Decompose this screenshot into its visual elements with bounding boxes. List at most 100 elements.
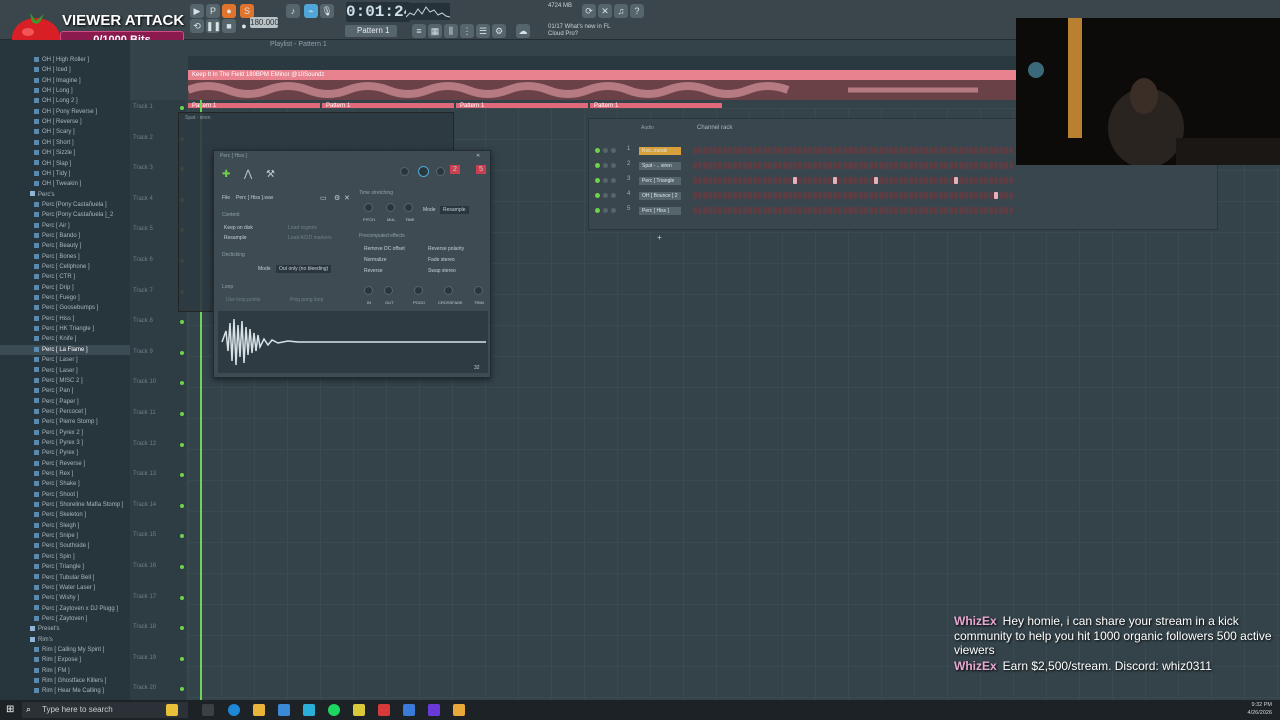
browser-item[interactable]: Perc [ Water Laser ]	[0, 583, 130, 593]
step-button[interactable]	[883, 192, 888, 199]
step-button[interactable]	[853, 207, 858, 214]
step-button[interactable]	[763, 162, 768, 169]
browser-item[interactable]: Perc [ Shoreline Mafia Stomp ]	[0, 500, 130, 510]
track-header[interactable]: Track 5	[133, 226, 153, 232]
step-button[interactable]	[848, 192, 853, 199]
step-button[interactable]	[948, 177, 953, 184]
step-button[interactable]	[753, 162, 758, 169]
step-button[interactable]	[1003, 207, 1008, 214]
folder-icon[interactable]: ▭	[320, 194, 327, 202]
step-button[interactable]	[858, 177, 863, 184]
step-button[interactable]	[948, 147, 953, 154]
step-button[interactable]	[843, 177, 848, 184]
step-button[interactable]	[803, 162, 808, 169]
step-button[interactable]	[723, 207, 728, 214]
step-button[interactable]	[998, 207, 1003, 214]
step-button[interactable]	[703, 207, 708, 214]
browser-item[interactable]: Perc [ Fuego ]	[0, 293, 130, 303]
step-button[interactable]	[998, 162, 1003, 169]
close-icon[interactable]: ✕	[476, 153, 480, 159]
declick-mode-select[interactable]: Out only (no bleeding)	[276, 265, 332, 273]
step-button[interactable]	[758, 192, 763, 199]
step-button[interactable]	[968, 147, 973, 154]
pogo-knob[interactable]	[414, 286, 423, 295]
play-icon[interactable]: ▶	[190, 4, 204, 18]
track-header[interactable]: Track 16	[133, 563, 156, 569]
step-button[interactable]	[848, 162, 853, 169]
help-icon[interactable]: ?	[630, 4, 644, 18]
step-button[interactable]	[863, 192, 868, 199]
step-button[interactable]	[978, 147, 983, 154]
step-button[interactable]	[928, 147, 933, 154]
browser-item[interactable]: Perc [ Pyrex 2 ]	[0, 428, 130, 438]
step-button[interactable]	[738, 192, 743, 199]
step-button[interactable]	[763, 177, 768, 184]
browser-item[interactable]: Perc [ Percocet ]	[0, 407, 130, 417]
view-playlist-icon[interactable]: ≡	[412, 24, 426, 38]
step-button[interactable]	[963, 147, 968, 154]
browser-item[interactable]: Perc [ Triangle ]	[0, 562, 130, 572]
spotify-icon[interactable]	[328, 704, 340, 716]
browser-item[interactable]: Perc [ Paper ]	[0, 397, 130, 407]
step-button[interactable]	[763, 207, 768, 214]
step-button[interactable]	[773, 177, 778, 184]
channel-number[interactable]: 5	[476, 165, 486, 174]
refresh-icon[interactable]: ⟳	[582, 4, 596, 18]
step-button[interactable]	[898, 162, 903, 169]
browser-item[interactable]: Perc [ Beauty ]	[0, 241, 130, 251]
browser-item[interactable]: Rim [ Calling My Spirit ]	[0, 645, 130, 655]
step-button[interactable]	[698, 177, 703, 184]
step-button[interactable]	[873, 162, 878, 169]
step-button[interactable]	[1003, 147, 1008, 154]
step-button[interactable]	[798, 177, 803, 184]
step-button[interactable]	[963, 177, 968, 184]
browser-item[interactable]: Perc [ Southside ]	[0, 541, 130, 551]
track-mute-led[interactable]	[180, 473, 184, 478]
track-header[interactable]: Track 17	[133, 594, 156, 600]
step-button[interactable]	[858, 192, 863, 199]
step-button[interactable]	[988, 192, 993, 199]
step-button[interactable]	[853, 177, 858, 184]
browser-item[interactable]: Perc [ Knife ]	[0, 334, 130, 344]
step-button[interactable]	[918, 147, 923, 154]
task-view-icon[interactable]	[202, 704, 214, 716]
vscode-icon[interactable]	[403, 704, 415, 716]
step-button[interactable]	[738, 162, 743, 169]
step-button[interactable]	[938, 162, 943, 169]
mail-icon[interactable]	[278, 704, 290, 716]
track-mute-led[interactable]	[180, 687, 184, 692]
step-button[interactable]	[883, 162, 888, 169]
browser-item[interactable]: Rim [ Ghostface Killers ]	[0, 676, 130, 686]
browser-item[interactable]: OH [ Sizzle ]	[0, 148, 130, 158]
step-button[interactable]	[778, 147, 783, 154]
step-button[interactable]	[883, 147, 888, 154]
browser-item[interactable]: Perc [ CTR ]	[0, 272, 130, 282]
browser-item[interactable]: Perc [ Pyrex 3 ]	[0, 438, 130, 448]
step-button[interactable]	[913, 147, 918, 154]
channel-mute-led[interactable]	[595, 208, 600, 213]
windows-start-icon[interactable]: ⊞	[6, 704, 18, 716]
step-button[interactable]	[988, 207, 993, 214]
step-button[interactable]	[838, 207, 843, 214]
load-acid-checkbox[interactable]: Load ACID markers	[288, 235, 332, 241]
step-button[interactable]	[733, 192, 738, 199]
step-button[interactable]	[938, 177, 943, 184]
browser-item[interactable]: OH [ Slap ]	[0, 159, 130, 169]
step-button[interactable]	[868, 147, 873, 154]
track-header[interactable]: Track 10	[133, 379, 156, 385]
step-button[interactable]	[873, 207, 878, 214]
browser-item[interactable]: Perc [ Spin ]	[0, 552, 130, 562]
step-button[interactable]	[723, 147, 728, 154]
step-button[interactable]	[753, 192, 758, 199]
step-button[interactable]	[898, 177, 903, 184]
step-button[interactable]	[723, 162, 728, 169]
step-button[interactable]	[773, 147, 778, 154]
step-button[interactable]	[968, 177, 973, 184]
channel-control-knob[interactable]	[603, 193, 608, 198]
step-button[interactable]	[768, 207, 773, 214]
copilot-icon[interactable]	[166, 704, 178, 716]
step-button[interactable]	[838, 162, 843, 169]
step-button[interactable]	[783, 147, 788, 154]
step-button[interactable]	[938, 147, 943, 154]
step-button[interactable]	[793, 162, 798, 169]
